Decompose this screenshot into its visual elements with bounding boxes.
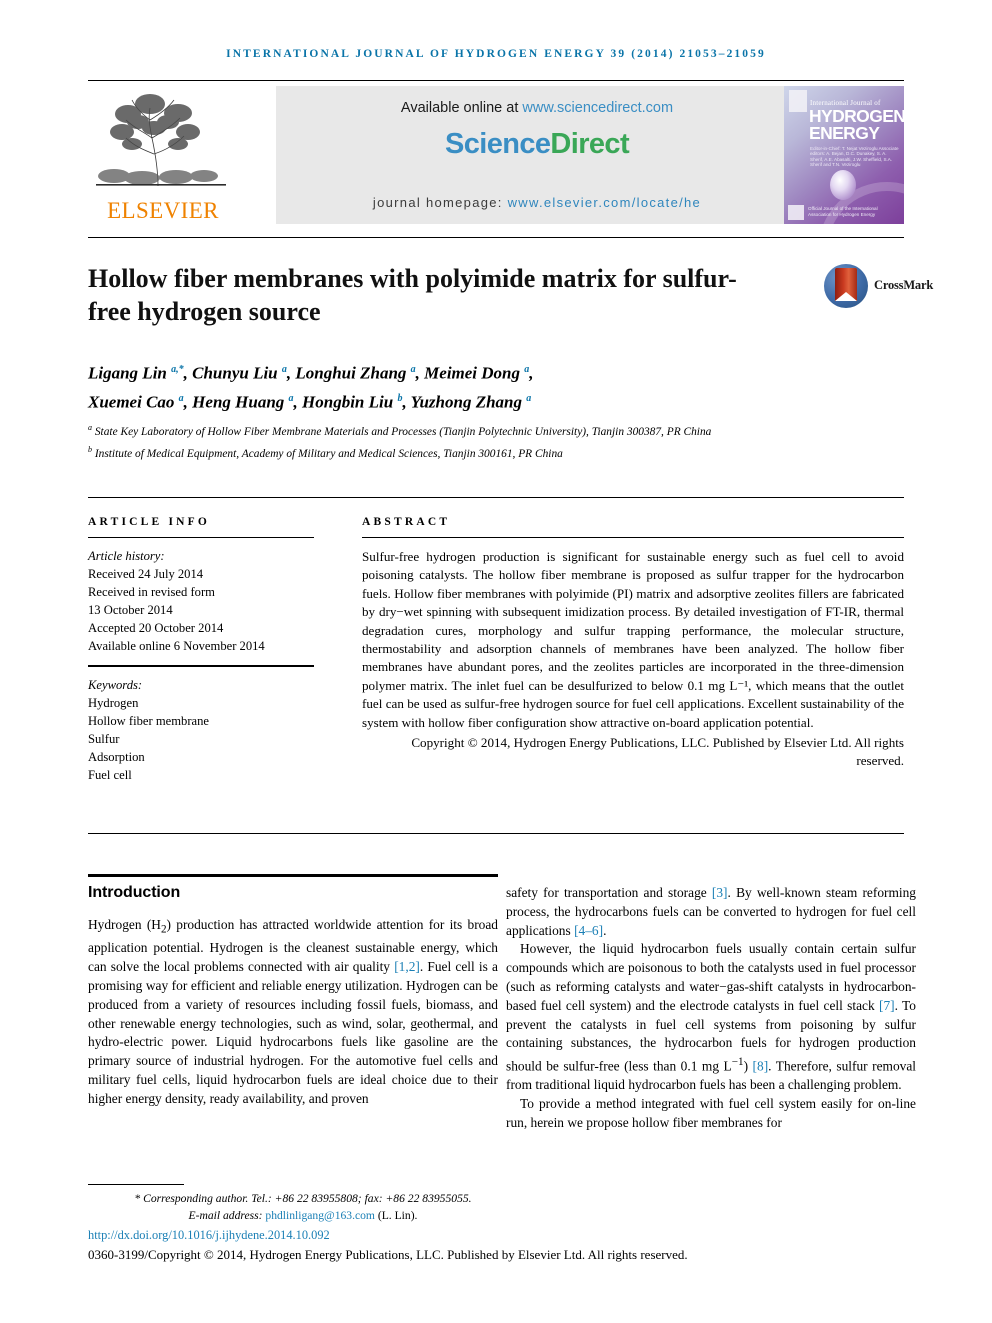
abstract-copyright: Copyright © 2014, Hydrogen Energy Public…	[411, 735, 904, 769]
crossmark-notch-shape	[835, 292, 857, 301]
info-section-rule	[88, 497, 904, 498]
sciencedirect-band: Available online at www.sciencedirect.co…	[276, 86, 798, 224]
keyword-item: Hydrogen	[88, 696, 139, 710]
paragraph: Hydrogen (H2) production has attracted w…	[88, 917, 499, 1106]
abstract-bottom-rule	[88, 833, 904, 834]
history-item: Available online 6 November 2014	[88, 639, 265, 653]
keyword-item: Adsorption	[88, 750, 145, 764]
keyword-item: Fuel cell	[88, 768, 132, 782]
journal-cover-thumbnail[interactable]: International Journal of HYDROGEN ENERGY…	[784, 86, 904, 224]
footnote-rule	[88, 1184, 184, 1185]
running-head: INTERNATIONAL JOURNAL OF HYDROGEN ENERGY…	[226, 48, 766, 60]
journal-homepage-line: journal homepage: www.elsevier.com/locat…	[276, 195, 798, 210]
masthead-rule	[88, 237, 904, 238]
affiliation-b: b Institute of Medical Equipment, Academ…	[88, 445, 563, 461]
author-line-2: Xuemei Cao a, Heng Huang a, Hongbin Liu …	[88, 392, 532, 412]
cover-journal-title: HYDROGEN ENERGY	[809, 107, 904, 143]
doi-link[interactable]: http://dx.doi.org/10.1016/j.ijhydene.201…	[88, 1228, 330, 1243]
email-line: E-mail address: phdlinligang@163.com (L.…	[88, 1207, 518, 1224]
body-section-rule	[88, 874, 498, 877]
masthead: ELSEVIER Available online at www.science…	[88, 86, 904, 226]
corresponding-author-note: * Corresponding author. Tel.: +86 22 839…	[134, 1192, 472, 1205]
history-item: 13 October 2014	[88, 603, 173, 617]
keywords-label: Keywords:	[88, 678, 143, 692]
issn-copyright-line: 0360-3199/Copyright © 2014, Hydrogen Ene…	[88, 1247, 688, 1262]
sciencedirect-logo-direct: Direct	[550, 128, 630, 160]
sciencedirect-logo-science: Science	[444, 128, 551, 160]
footnote-block: * Corresponding author. Tel.: +86 22 839…	[88, 1190, 518, 1224]
crossmark-label: CrossMark	[874, 278, 934, 292]
sciencedirect-logo[interactable]: ScienceDirect	[276, 128, 798, 161]
abstract-column: ABSTRACT Sulfur-free hydrogen production…	[362, 516, 904, 771]
history-item: Accepted 20 October 2014	[88, 621, 224, 635]
article-page: INTERNATIONAL JOURNAL OF HYDROGEN ENERGY…	[0, 0, 992, 1323]
paragraph: safety for transportation and storage [3…	[506, 885, 916, 938]
keywords-block: Keywords: Hydrogen Hollow fiber membrane…	[88, 676, 314, 784]
elsevier-logo[interactable]: ELSEVIER	[88, 86, 236, 226]
affiliation-list: a State Key Laboratory of Hollow Fiber M…	[88, 419, 848, 464]
body-column-left: Introduction Hydrogen (H2) production ha…	[88, 884, 498, 1109]
article-info-divider	[88, 537, 314, 538]
sciencedirect-link[interactable]: www.sciencedirect.com	[522, 100, 673, 116]
author-line-1: Ligang Lin a,*, Chunyu Liu a, Longhui Zh…	[88, 363, 534, 383]
article-history-block: Article history: Received 24 July 2014 R…	[88, 547, 314, 655]
history-item: Received 24 July 2014	[88, 567, 204, 581]
elsevier-wordmark: ELSEVIER	[107, 198, 219, 223]
elsevier-tree-icon	[96, 94, 226, 187]
journal-homepage-label: journal homepage:	[372, 195, 508, 210]
keyword-item: Hollow fiber membrane	[88, 714, 209, 728]
crossmark-badge[interactable]: CrossMark	[824, 264, 933, 312]
paragraph: To provide a method integrated with fuel…	[506, 1096, 916, 1131]
crossmark-icon	[824, 264, 868, 308]
author-list: Ligang Lin a,*, Chunyu Liu a, Longhui Zh…	[88, 357, 788, 414]
cover-sphere-decoration	[830, 170, 856, 200]
journal-homepage-link[interactable]: www.elsevier.com/locate/he	[508, 195, 701, 210]
keyword-item: Sulfur	[88, 732, 120, 746]
cover-editors: Editor-in-Chief: T. Nejat Veziroglu Asso…	[810, 146, 899, 168]
available-online-line: Available online at www.sciencedirect.co…	[276, 100, 798, 116]
available-online-label: Available online at	[400, 100, 523, 116]
abstract-text: Sulfur-free hydrogen production is signi…	[362, 549, 904, 730]
affiliation-a: a State Key Laboratory of Hollow Fiber M…	[88, 423, 712, 438]
cover-association-icon	[788, 205, 804, 220]
email-suffix: (L. Lin).	[374, 1209, 418, 1222]
history-item: Received in revised form	[88, 585, 215, 599]
article-history-label: Article history:	[88, 549, 165, 563]
paragraph: However, the liquid hydrocarbon fuels us…	[506, 941, 917, 1093]
abstract-divider	[362, 537, 904, 538]
email-link[interactable]: phdlinligang@163.com	[265, 1209, 375, 1222]
cover-title-line-2: ENERGY	[809, 123, 880, 143]
article-info-heading: ARTICLE INFO	[88, 516, 211, 528]
page-title: Hollow fiber membranes with polyimide ma…	[88, 264, 737, 326]
header-rule	[88, 80, 904, 81]
section-heading-introduction: Introduction	[88, 884, 181, 901]
email-label: E-mail address:	[188, 1209, 266, 1222]
body-column-right: safety for transportation and storage [3…	[506, 884, 916, 1133]
cover-bottom-note: Official Journal of the International As…	[808, 206, 878, 217]
cover-elsevier-icon	[789, 90, 807, 112]
abstract-heading: ABSTRACT	[362, 516, 451, 528]
article-info-column: ARTICLE INFO Article history: Received 2…	[88, 516, 314, 784]
keywords-divider	[88, 665, 314, 667]
